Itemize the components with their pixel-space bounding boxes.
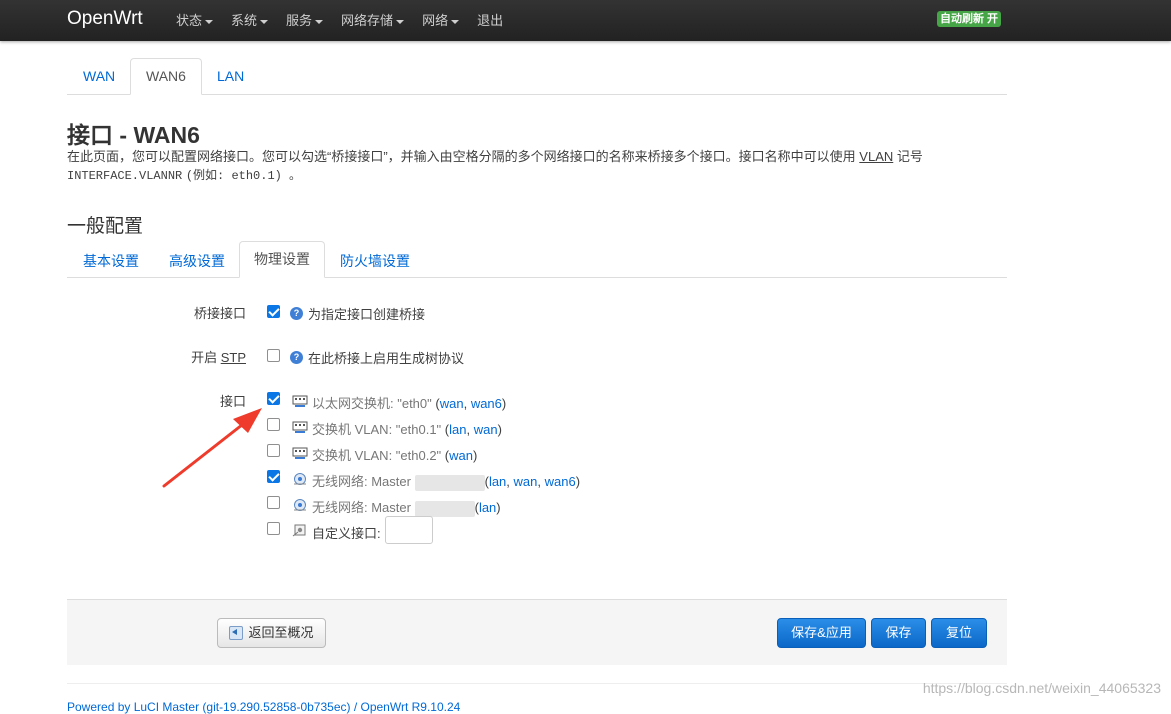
stp-description: 在此桥接上启用生成树协议: [308, 351, 465, 366]
stp-label: 开启 STP: [191, 350, 246, 365]
back-arrow-icon: [229, 625, 244, 640]
main-menu: 状态 系统 服务 网络存储 网络 退出: [176, 0, 521, 41]
menu-nas[interactable]: 网络存储: [341, 0, 405, 41]
redacted-ssid: [414, 474, 485, 491]
interface-checkbox-eth0-2[interactable]: [267, 444, 280, 457]
tab-wan6[interactable]: WAN6: [130, 58, 202, 95]
interface-option: 交换机 VLAN: "eth0.1" (lan, wan): [312, 422, 502, 437]
auto-refresh-toggle[interactable]: 自动刷新 开: [937, 11, 1002, 27]
wifi-icon: [294, 499, 306, 511]
section-title: 一般配置: [67, 216, 144, 237]
interface-checkbox-eth0-1[interactable]: [267, 418, 280, 431]
chevron-down-icon: [205, 19, 214, 24]
save-button[interactable]: 保存: [871, 618, 926, 648]
menu-network[interactable]: 网络: [422, 0, 460, 41]
tab-lan[interactable]: LAN: [217, 68, 244, 84]
form-actions: 返回至概况 保存&应用 保存 复位: [67, 599, 1007, 665]
stp-checkbox[interactable]: [267, 349, 280, 362]
tab-advanced-settings[interactable]: 高级设置: [169, 251, 225, 271]
tab-physical-settings[interactable]: 物理设置: [239, 241, 325, 278]
tab-wan[interactable]: WAN: [83, 68, 115, 84]
interface-option: 以太网交换机: "eth0" (wan, wan6): [312, 396, 507, 411]
top-navbar: OpenWrt 状态 系统 服务 网络存储 网络 退出 自动刷新 开: [0, 0, 1171, 41]
help-icon: ?: [290, 307, 303, 320]
custom-interface-label: 自定义接口:: [312, 526, 381, 541]
brand-logo[interactable]: OpenWrt: [67, 8, 143, 30]
tab-firewall-settings[interactable]: 防火墙设置: [340, 251, 410, 271]
chevron-down-icon: [396, 19, 405, 24]
redacted-ssid: [414, 500, 475, 517]
save-apply-button[interactable]: 保存&应用: [777, 618, 866, 648]
footer-powered-by[interactable]: Powered by LuCI Master (git-19.290.52858…: [67, 700, 460, 714]
back-to-overview-button[interactable]: 返回至概况: [217, 618, 326, 648]
interface-label: 接口: [219, 394, 246, 409]
interface-option: 无线网络: Master (lan): [312, 500, 501, 517]
chevron-down-icon: [315, 19, 324, 24]
watermark: https://blog.csdn.net/weixin_44065323: [922, 680, 1161, 696]
ethernet-icon: [292, 395, 308, 407]
help-icon: ?: [290, 351, 303, 364]
custom-interface-input[interactable]: [385, 516, 433, 544]
ethernet-icon: [292, 421, 308, 433]
ethernet-icon: [292, 447, 308, 459]
menu-services[interactable]: 服务: [286, 0, 324, 41]
reset-button[interactable]: 复位: [931, 618, 987, 648]
interface-tabs: WAN WAN6 LAN: [67, 58, 1007, 95]
interface-checkbox-eth0[interactable]: [267, 392, 280, 405]
wifi-icon: [294, 473, 306, 485]
custom-interface-icon: [292, 524, 306, 537]
interface-checkbox-wireless-1[interactable]: [267, 470, 280, 483]
footer-divider: [67, 683, 1007, 684]
interface-checkbox-wireless-2[interactable]: [267, 496, 280, 509]
bridge-checkbox[interactable]: [267, 305, 280, 318]
interface-option: 交换机 VLAN: "eth0.2" (wan): [312, 448, 478, 463]
interface-option: 无线网络: Master (lan, wan, wan6): [312, 474, 581, 491]
bridge-label: 桥接接口: [193, 306, 246, 321]
tab-basic-settings[interactable]: 基本设置: [83, 251, 139, 271]
page-description: 在此页面，您可以配置网络接口。您可以勾选“桥接接口”，并输入由空格分隔的多个网络…: [67, 149, 923, 183]
menu-status[interactable]: 状态: [176, 0, 214, 41]
chevron-down-icon: [451, 19, 460, 24]
custom-interface-checkbox[interactable]: [267, 522, 280, 535]
bridge-description: 为指定接口创建桥接: [308, 307, 426, 322]
chevron-down-icon: [260, 19, 269, 24]
menu-logout[interactable]: 退出: [477, 0, 503, 41]
config-tabs: 基本设置 高级设置 物理设置 防火墙设置: [67, 241, 1007, 278]
page-title: 接口 - WAN6: [67, 122, 200, 148]
menu-system[interactable]: 系统: [231, 0, 269, 41]
